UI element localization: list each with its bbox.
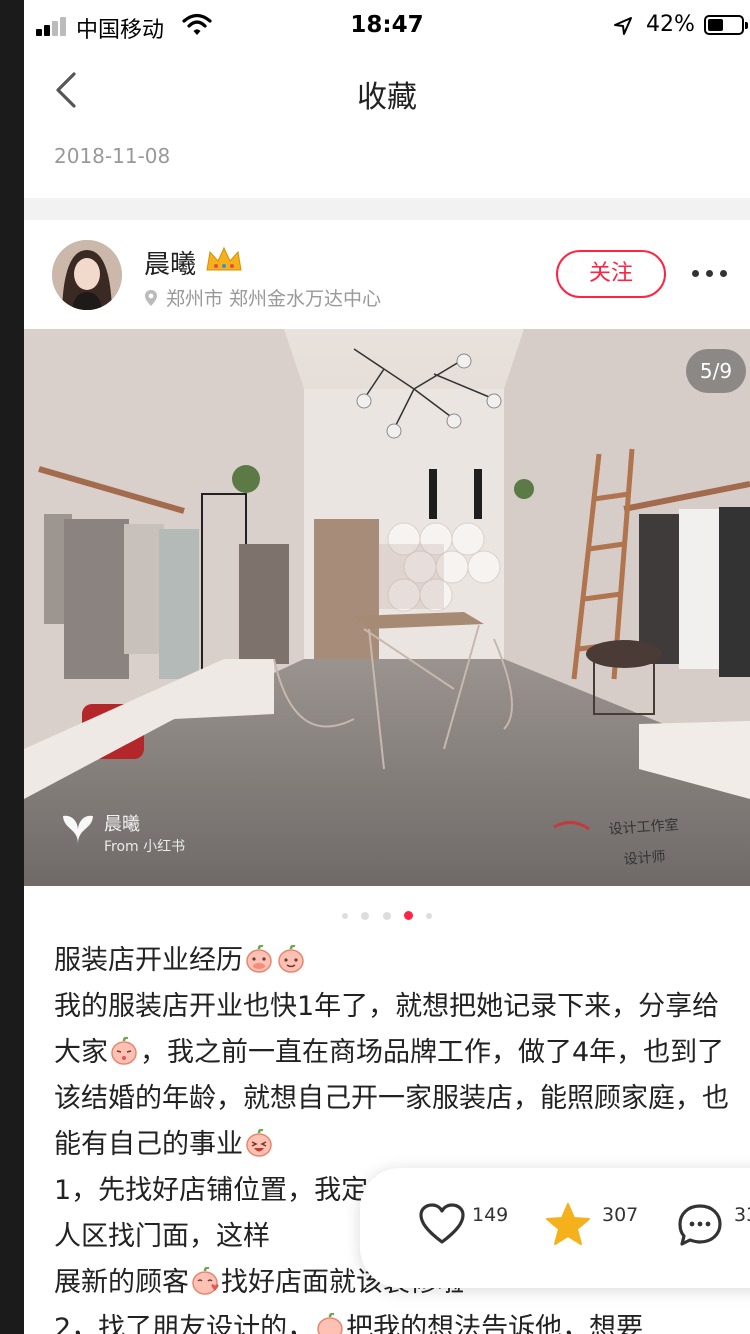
comment-button[interactable]: 33 bbox=[650, 1168, 750, 1288]
location-pin-icon bbox=[145, 289, 157, 306]
app-screen: 中国移动 18:47 42% 收藏 2018-11-08 晨曦 郑州市 郑州金水… bbox=[24, 0, 750, 1334]
xiaohongshu-logo-icon bbox=[63, 815, 93, 844]
more-icon[interactable] bbox=[692, 266, 728, 282]
status-bar: 中国移动 18:47 42% bbox=[24, 0, 750, 54]
peach-smile-emoji-icon bbox=[278, 945, 304, 973]
previous-post-date: 2018-11-08 bbox=[54, 144, 171, 168]
post-text: 展新的顾客 bbox=[54, 1267, 189, 1298]
like-button[interactable]: 149 bbox=[360, 1168, 510, 1288]
star-icon bbox=[546, 1203, 590, 1245]
nav-bar: 收藏 bbox=[24, 54, 750, 132]
post-location[interactable]: 郑州市 郑州金水万达中心 bbox=[144, 284, 381, 311]
follow-button[interactable]: 关注 bbox=[556, 250, 666, 298]
author-name[interactable]: 晨曦 bbox=[144, 244, 196, 281]
page-title: 收藏 bbox=[357, 80, 417, 115]
comment-count: 33 bbox=[734, 1204, 750, 1226]
post-text: ，我之前一直在商场品牌工作，做了4年，也到了该结婚的年龄，就想自己开一家服装店，… bbox=[54, 1037, 729, 1160]
peach-laugh-emoji-icon bbox=[246, 1129, 272, 1157]
image-counter: 5/9 bbox=[686, 349, 746, 393]
post-text: 把我的想法告诉他，想要 bbox=[346, 1313, 644, 1334]
status-time: 18:47 bbox=[350, 12, 424, 38]
peach-kiss-emoji-icon bbox=[192, 1267, 219, 1295]
heart-icon bbox=[419, 1203, 465, 1244]
post-text: 2，找了朋友设计的， bbox=[54, 1313, 315, 1334]
peach-emoji-icon bbox=[317, 1313, 343, 1334]
watermark-name: 晨曦 bbox=[104, 814, 140, 835]
post-image[interactable]: 设计工作室 设计师 bbox=[24, 329, 750, 886]
post-title: 服装店开业经历 bbox=[54, 945, 243, 976]
like-count: 149 bbox=[472, 1204, 509, 1226]
peach-blush-emoji-icon bbox=[111, 1037, 137, 1065]
collect-count: 307 bbox=[602, 1204, 639, 1226]
battery-icon bbox=[704, 15, 748, 35]
action-bar: 149 307 33 bbox=[360, 1168, 750, 1288]
section-divider bbox=[24, 198, 750, 220]
carousel-indicator bbox=[24, 905, 750, 924]
crown-icon bbox=[206, 246, 242, 271]
location-text: 郑州市 郑州金水万达中心 bbox=[166, 288, 382, 310]
avatar[interactable] bbox=[52, 240, 122, 310]
svg-text:设计师: 设计师 bbox=[623, 849, 666, 868]
battery-percent: 42% bbox=[646, 12, 695, 37]
carousel-dot bbox=[342, 912, 349, 919]
carousel-dot-active bbox=[403, 911, 413, 920]
peach-cover-mouth-emoji-icon bbox=[246, 945, 272, 973]
carousel-dot bbox=[425, 912, 432, 919]
location-arrow-icon bbox=[614, 17, 632, 35]
collect-button[interactable]: 307 bbox=[510, 1168, 650, 1288]
watermark-source: From 小红书 bbox=[104, 839, 186, 855]
carousel-dot bbox=[361, 911, 370, 920]
carousel-dot bbox=[382, 911, 391, 920]
comment-icon bbox=[678, 1204, 722, 1246]
